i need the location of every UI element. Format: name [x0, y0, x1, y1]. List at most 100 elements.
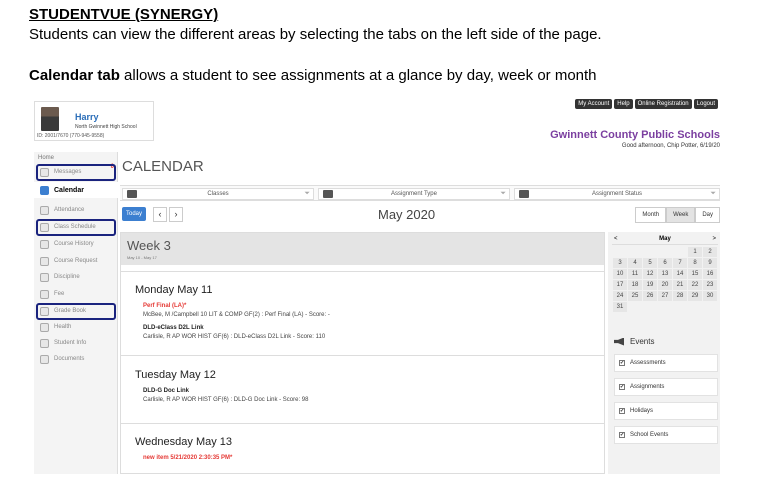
- month-title: May 2020: [378, 207, 436, 222]
- checkbox-icon[interactable]: ✔: [619, 384, 625, 390]
- student-info-icon: [40, 338, 49, 348]
- greeting: Good afternoon, Chip Potter, 6/19/20: [621, 143, 720, 149]
- grade-book-highlight: [36, 303, 116, 320]
- mini-calendar-day[interactable]: 10: [613, 269, 627, 279]
- assignment-title[interactable]: DLD-eClass D2L Link: [143, 325, 204, 331]
- mini-calendar-day[interactable]: 2: [703, 247, 717, 257]
- doc-calendar-desc: Calendar tab allows a student to see ass…: [29, 67, 597, 84]
- mini-calendar-day[interactable]: 15: [688, 269, 702, 279]
- mini-calendar-day[interactable]: 5: [643, 258, 657, 268]
- sidebar-item-health[interactable]: Health: [34, 319, 118, 335]
- mini-calendar-day[interactable]: 19: [643, 280, 657, 290]
- assignment-type-filter[interactable]: Assignment Type ⏷: [318, 188, 510, 200]
- online-registration-button[interactable]: Online Registration: [634, 99, 692, 109]
- week-view-button[interactable]: Week: [666, 207, 696, 223]
- sidebar-item-documents[interactable]: Documents: [34, 351, 118, 367]
- mini-calendar-day[interactable]: 29: [688, 291, 702, 301]
- assignment-title[interactable]: new item 5/21/2020 2:30:35 PM*: [143, 455, 232, 461]
- assignment-status-icon: [519, 190, 529, 198]
- mini-calendar-day[interactable]: 16: [703, 269, 717, 279]
- course-history-icon: [40, 239, 49, 249]
- page-title: CALENDAR: [122, 158, 204, 175]
- discipline-icon: [40, 272, 49, 282]
- mini-calendar-day[interactable]: 24: [613, 291, 627, 301]
- mini-calendar-day[interactable]: 23: [703, 280, 717, 290]
- day-view-button[interactable]: Day: [695, 207, 720, 223]
- checkbox-icon[interactable]: ✔: [619, 432, 625, 438]
- mini-calendar-day[interactable]: 30: [703, 291, 717, 301]
- prev-button[interactable]: ‹: [153, 207, 167, 222]
- top-buttons: My Account Help Online Registration Logo…: [575, 99, 718, 109]
- mini-calendar-day[interactable]: 22: [688, 280, 702, 290]
- event-filter-assignments[interactable]: ✔ Assignments: [614, 378, 718, 396]
- mini-calendar-day[interactable]: 20: [658, 280, 672, 290]
- classes-filter[interactable]: Classes ⏷: [122, 188, 314, 200]
- mini-calendar-day[interactable]: 1: [688, 247, 702, 257]
- event-filter-label: Assignments: [630, 384, 665, 390]
- event-filter-school-events[interactable]: ✔ School Events: [614, 426, 718, 444]
- mini-calendar-day[interactable]: 31: [613, 302, 627, 312]
- sidebar-home[interactable]: Home: [38, 155, 54, 161]
- mini-calendar-day[interactable]: 26: [643, 291, 657, 301]
- sidebar-item-course-history[interactable]: Course History: [34, 236, 118, 252]
- health-icon: [40, 322, 49, 332]
- today-button[interactable]: Today: [122, 207, 147, 221]
- event-filter-label: Assessments: [630, 360, 666, 366]
- assignment-type-icon: [323, 190, 333, 198]
- day-tuesday: Tuesday May 12 DLD-G Doc Link Carlisle, …: [121, 355, 604, 423]
- studentvue-screenshot: Harry North Gwinnett High School ID: 200…: [30, 97, 720, 474]
- mini-calendar-day[interactable]: 12: [643, 269, 657, 279]
- event-filter-holidays[interactable]: ✔ Holidays: [614, 402, 718, 420]
- doc-title: STUDENTVUE (SYNERGY): [29, 6, 219, 23]
- event-filter-assessments[interactable]: ✔ Assessments: [614, 354, 718, 372]
- help-button[interactable]: Help: [614, 99, 633, 109]
- student-card: Harry North Gwinnett High School ID: 200…: [34, 101, 154, 141]
- mini-prev-button[interactable]: <: [614, 236, 618, 242]
- mini-calendar-day[interactable]: 4: [628, 258, 642, 268]
- sidebar-item-student-info[interactable]: Student Info: [34, 335, 118, 351]
- next-button[interactable]: ›: [169, 207, 183, 222]
- megaphone-icon: [614, 337, 624, 346]
- mini-calendar-day[interactable]: 8: [688, 258, 702, 268]
- mini-calendar-day[interactable]: 9: [703, 258, 717, 268]
- attendance-icon: [40, 205, 49, 215]
- sidebar-item-discipline[interactable]: Discipline: [34, 269, 118, 285]
- mini-calendar-day[interactable]: 13: [658, 269, 672, 279]
- mini-calendar-day[interactable]: 27: [658, 291, 672, 301]
- logout-button[interactable]: Logout: [693, 99, 718, 109]
- sidebar-item-course-request[interactable]: Course Request: [34, 253, 118, 269]
- mini-calendar-day[interactable]: 11: [628, 269, 642, 279]
- student-phone: ID: 2001/7670 (770-945-9558): [37, 133, 105, 139]
- fee-icon: [40, 289, 49, 299]
- sidebar-item-fee[interactable]: Fee: [34, 286, 118, 302]
- my-account-button[interactable]: My Account: [575, 99, 613, 109]
- mini-calendar-day[interactable]: 28: [673, 291, 687, 301]
- mini-calendar-day[interactable]: 18: [628, 280, 642, 290]
- checkbox-icon[interactable]: ✔: [619, 408, 625, 414]
- mini-next-button[interactable]: >: [712, 236, 716, 242]
- mini-calendar-day[interactable]: 7: [673, 258, 687, 268]
- assignment-title[interactable]: DLD-G Doc Link: [143, 388, 189, 394]
- mini-calendar-day[interactable]: 25: [628, 291, 642, 301]
- sidebar-item-label: Health: [54, 324, 72, 330]
- filter-label: Classes: [207, 191, 229, 197]
- mini-calendar-blank: [628, 247, 642, 257]
- mini-calendar-day[interactable]: 14: [673, 269, 687, 279]
- sidebar-item-label: Documents: [54, 356, 85, 362]
- sidebar-item-calendar[interactable]: Calendar: [34, 182, 118, 198]
- assignment-status-filter[interactable]: Assignment Status ⏷: [514, 188, 720, 200]
- month-view-button[interactable]: Month: [635, 207, 667, 223]
- right-panel: < May > 1 2 3 4 5 6 7 8 9 10 11 12 13 14 15 16 17 18 19 20 2…: [608, 232, 720, 474]
- mini-calendar-day[interactable]: 3: [613, 258, 627, 268]
- assignment-title[interactable]: Perf Final (LA)*: [143, 303, 186, 309]
- calendar-tab-label: Calendar tab: [29, 67, 120, 84]
- documents-icon: [40, 354, 49, 364]
- mini-calendar-day[interactable]: 6: [658, 258, 672, 268]
- checkbox-icon[interactable]: ✔: [619, 360, 625, 366]
- mini-calendar-day[interactable]: 21: [673, 280, 687, 290]
- student-name: Harry: [75, 112, 99, 122]
- sidebar-item-label: Calendar: [54, 186, 84, 194]
- mini-calendar-day[interactable]: 17: [613, 280, 627, 290]
- mini-calendar-grid: 1 2 3 4 5 6 7 8 9 10 11 12 13 14 15 16 17 18 19 20 21 22 23 24 2…: [613, 247, 718, 312]
- sidebar-item-attendance[interactable]: Attendance: [34, 202, 118, 218]
